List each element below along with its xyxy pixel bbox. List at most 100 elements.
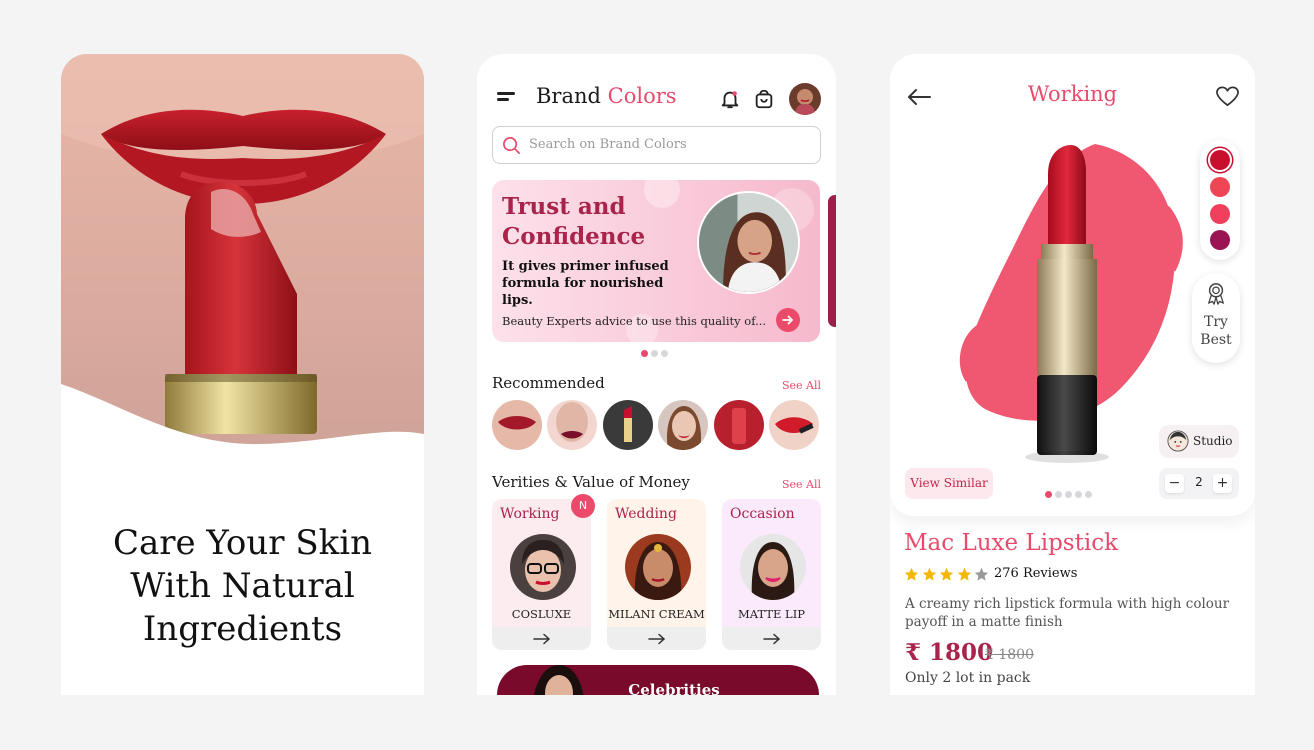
star-icon: [939, 567, 954, 581]
color-swatch-selected[interactable]: [1210, 150, 1230, 170]
banner-subtitle: It gives primer infused formula for nour…: [502, 259, 669, 308]
recommended-item[interactable]: [714, 400, 764, 450]
search-input[interactable]: Search on Brand Colors: [492, 126, 821, 164]
card-product-name: MATTE LIP: [738, 607, 805, 621]
shopping-bag-icon[interactable]: [753, 88, 775, 110]
banner-footer-text: Beauty Experts advice to use this qualit…: [502, 314, 767, 328]
recommended-item[interactable]: [658, 400, 708, 450]
lipstick-hero-image: [61, 54, 424, 514]
recommended-item[interactable]: [547, 400, 597, 450]
decrease-quantity-button[interactable]: −: [1165, 474, 1184, 493]
original-price: ₹ 1800: [985, 647, 1034, 663]
banner-pagination: [641, 350, 671, 358]
try-best-label: Try Best: [1192, 313, 1240, 349]
studio-label: Studio: [1193, 434, 1233, 448]
pagination-dot[interactable]: [1055, 491, 1062, 498]
face-avatar-icon: [1167, 430, 1189, 452]
try-best-button[interactable]: Try Best: [1192, 273, 1240, 363]
recommended-title: Recommended: [492, 374, 605, 392]
next-banner-peek[interactable]: [828, 195, 836, 327]
search-icon: [503, 137, 520, 154]
product-description: A creamy rich lipstick formula with high…: [905, 596, 1230, 630]
star-icon: [974, 567, 989, 581]
celebrities-banner[interactable]: Celebrities: [497, 665, 819, 695]
hamburger-menu-icon[interactable]: [497, 92, 517, 106]
varieties-see-all-link[interactable]: See All: [782, 478, 821, 491]
arrow-right-icon: [782, 315, 794, 325]
beauty-expert-photo: [697, 191, 800, 294]
card-label: Wedding: [615, 506, 677, 522]
card-model-photo: [740, 534, 806, 600]
card-model-photo: [625, 534, 691, 600]
quantity-value: 2: [1195, 475, 1203, 489]
brand-name: Brand: [536, 84, 601, 108]
arrow-right-icon: [648, 633, 666, 645]
review-count-link[interactable]: 276 Reviews: [994, 566, 1077, 581]
headline-line: With Natural: [130, 566, 355, 606]
search-placeholder: Search on Brand Colors: [529, 137, 687, 152]
card-product-name: MILANI CREAM: [608, 607, 705, 621]
color-swatch[interactable]: [1210, 204, 1230, 224]
lipstick-product-image: [959, 144, 1183, 463]
bell-icon[interactable]: [719, 88, 741, 110]
star-icon: [957, 567, 971, 581]
banner-title: Trust and Confidence: [502, 193, 646, 250]
card-label: Working: [500, 506, 560, 522]
quantity-stepper: − 2 +: [1159, 468, 1239, 499]
arrow-right-icon: [533, 633, 551, 645]
banner-arrow-button[interactable]: [776, 308, 800, 332]
varieties-title: Verities & Value of Money: [492, 473, 690, 491]
product-price: ₹ 1800: [905, 639, 994, 666]
heart-icon[interactable]: [1215, 85, 1240, 108]
try-best-line: Best: [1200, 332, 1232, 348]
category-card-occasion[interactable]: Occasion MATTE LIP: [722, 499, 821, 650]
product-name: Mac Luxe Lipstick: [904, 530, 1119, 556]
stock-note: Only 2 lot in pack: [905, 670, 1031, 686]
pagination-dot[interactable]: [1045, 491, 1052, 498]
card-arrow-button[interactable]: [492, 627, 591, 650]
new-badge: N: [571, 494, 595, 518]
headline-line: Care Your Skin: [112, 523, 373, 563]
celebrities-label: Celebrities: [628, 681, 720, 695]
card-product-name: COSLUXE: [511, 607, 572, 621]
pagination-dot[interactable]: [1075, 491, 1082, 498]
star-icon: [922, 567, 936, 581]
card-label: Occasion: [730, 506, 795, 522]
onboarding-headline: Care Your Skin With Natural Ingredients: [61, 522, 424, 651]
studio-button[interactable]: Studio: [1159, 425, 1239, 458]
app-brand-title: Brand Colors: [536, 84, 677, 108]
award-ribbon-icon: [1208, 283, 1224, 305]
onboarding-screen: Care Your Skin With Natural Ingredients: [61, 54, 424, 695]
color-swatch[interactable]: [1210, 230, 1230, 250]
brand-accent: Colors: [607, 84, 677, 108]
try-best-line: Try: [1204, 314, 1228, 330]
promo-banner[interactable]: Trust and Confidence It gives primer inf…: [492, 180, 820, 342]
category-card-working[interactable]: Working COSLUXE: [492, 499, 591, 650]
card-arrow-button[interactable]: [722, 627, 821, 650]
color-swatch[interactable]: [1210, 177, 1230, 197]
product-detail-screen: Working Try Best Studio View Similar − 2…: [890, 54, 1255, 695]
headline-line: Ingredients: [142, 609, 343, 649]
card-model-photo: [510, 534, 576, 600]
pagination-dot[interactable]: [661, 350, 668, 357]
image-pagination: [1045, 491, 1105, 499]
color-swatch-picker: [1200, 140, 1240, 260]
pagination-dot[interactable]: [641, 350, 648, 357]
pagination-dot[interactable]: [651, 350, 658, 357]
card-arrow-button[interactable]: [607, 627, 706, 650]
recommended-item[interactable]: [769, 400, 819, 450]
star-icon: [904, 567, 919, 581]
increase-quantity-button[interactable]: +: [1213, 474, 1232, 493]
view-similar-button[interactable]: View Similar: [905, 468, 993, 499]
pagination-dot[interactable]: [1085, 491, 1092, 498]
recommended-item[interactable]: [603, 400, 653, 450]
pagination-dot[interactable]: [1065, 491, 1072, 498]
category-card-wedding[interactable]: Wedding MILANI CREAM: [607, 499, 706, 650]
recommended-item[interactable]: [492, 400, 542, 450]
home-screen: Brand Colors Search on Brand Colors Trus…: [477, 54, 836, 695]
product-gallery: Working Try Best Studio View Similar − 2…: [890, 54, 1255, 516]
screen-title: Working: [1027, 82, 1118, 106]
arrow-right-icon: [763, 633, 781, 645]
user-avatar[interactable]: [789, 83, 821, 115]
recommended-see-all-link[interactable]: See All: [782, 379, 821, 392]
